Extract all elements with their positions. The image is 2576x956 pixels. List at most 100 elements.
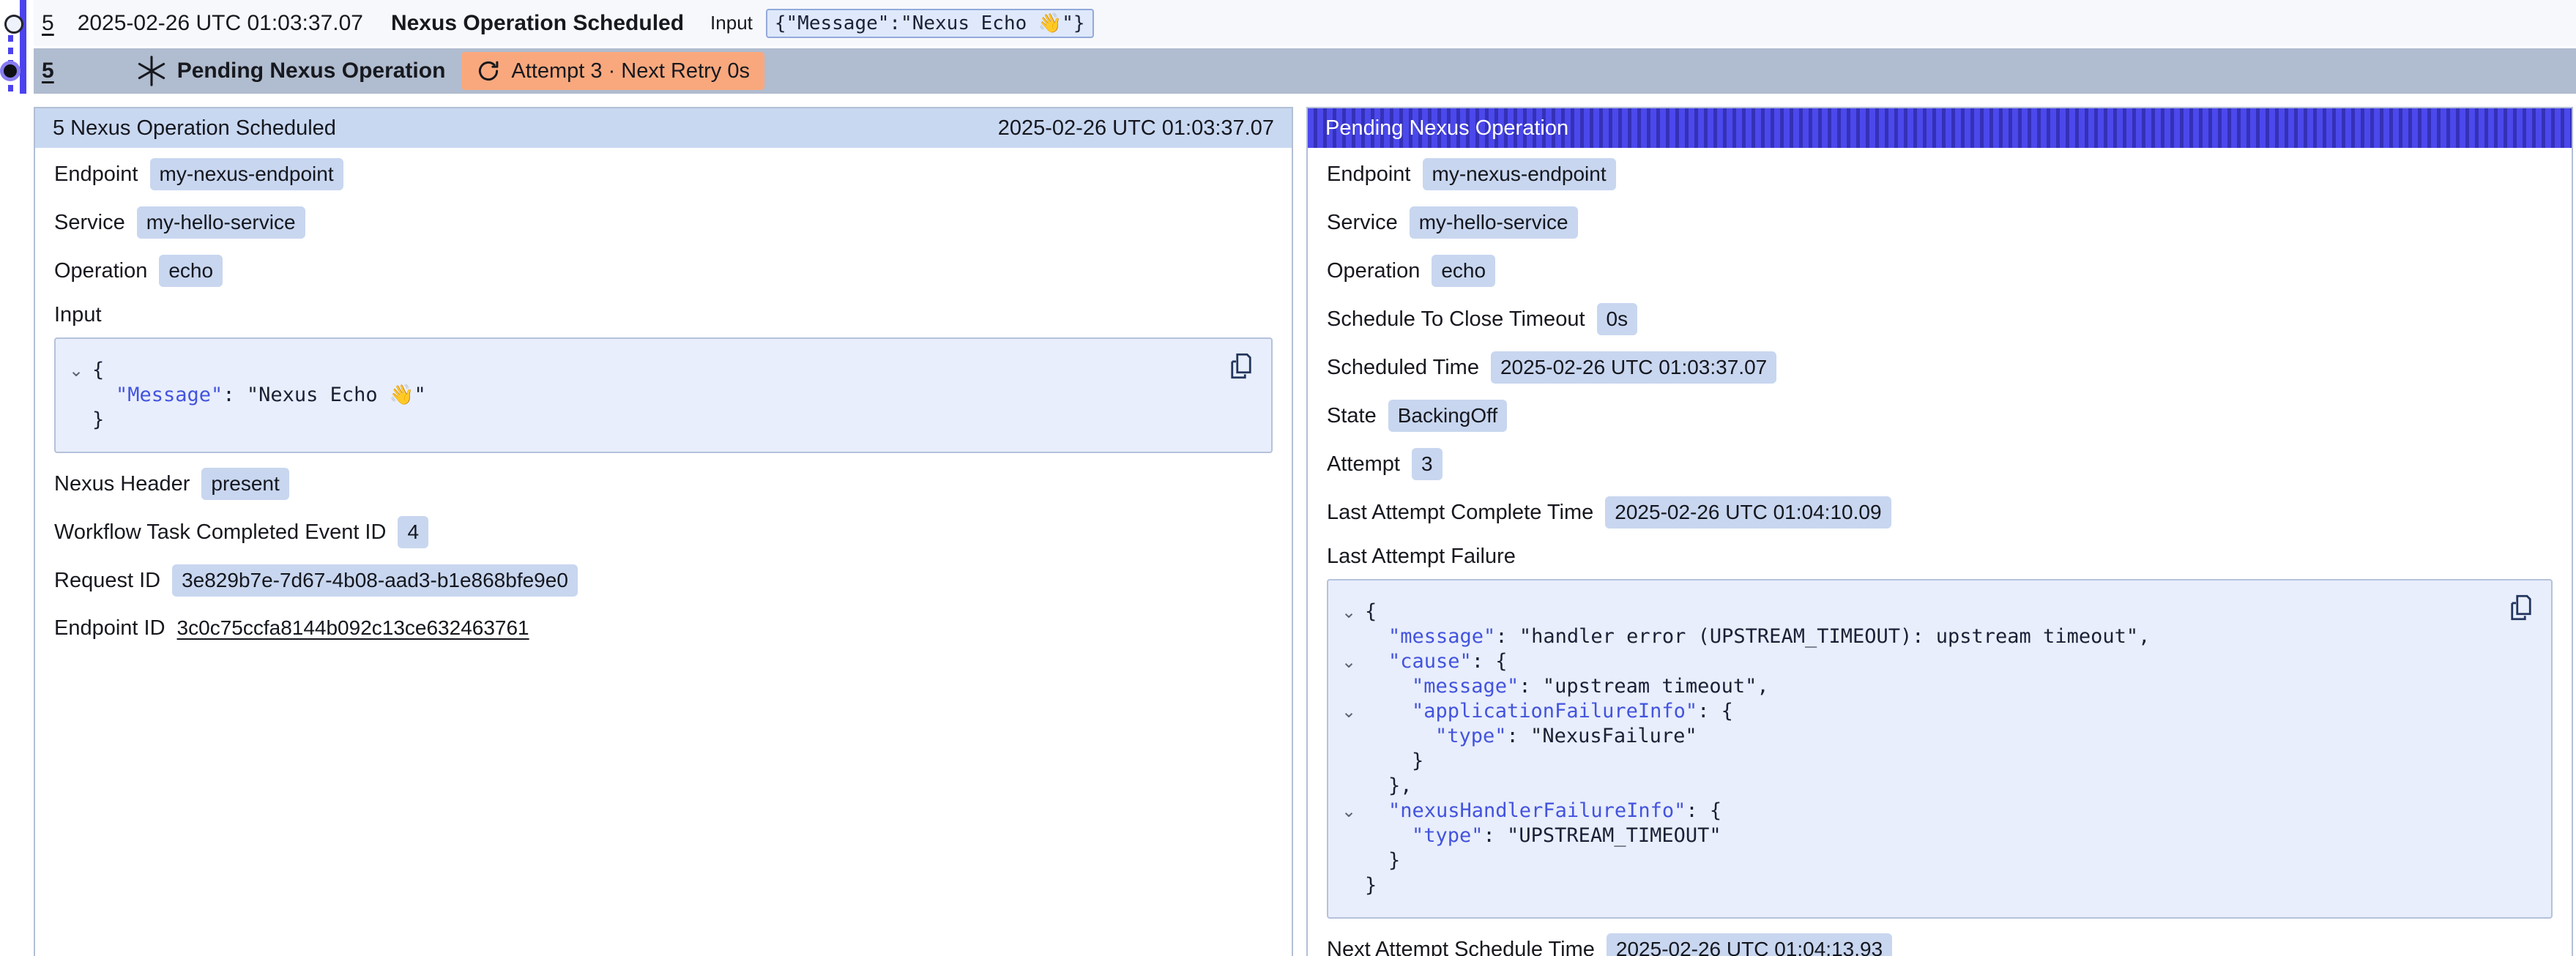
- collapse-chevron-icon[interactable]: ⌄: [1341, 701, 1356, 722]
- code-line-content: {: [92, 359, 104, 381]
- code-line-content: {: [1365, 600, 1377, 623]
- field-row: Last Attempt Complete Time 2025-02-26 UTC…: [1327, 496, 2553, 529]
- field-value-badge: BackingOff: [1388, 400, 1507, 432]
- field-row: Nexus Header present: [54, 468, 1273, 500]
- failure-json-block: ⌄{"message": "handler error (UPSTREAM_TI…: [1327, 579, 2553, 919]
- pending-fields-top: Endpoint my-nexus-endpoint Servicemy-hello…: [1327, 158, 2553, 529]
- code-line-content: },: [1365, 774, 1412, 797]
- code-line: ⌄"nexusHandlerFailureInfo": {: [1365, 799, 2500, 824]
- field-label: Endpoint: [54, 163, 138, 187]
- scheduled-panel-title: 5 Nexus Operation Scheduled: [53, 116, 336, 141]
- scheduled-fields-top: Endpoint my-nexus-endpoint Service my-hello…: [54, 158, 1273, 287]
- pending-panel-header: Pending Nexus Operation: [1308, 108, 2572, 148]
- failure-json-code: ⌄{"message": "handler error (UPSTREAM_TI…: [1365, 600, 2500, 898]
- scheduled-fields-bottom: Nexus Header present Workflow Task Complet…: [54, 468, 1273, 643]
- field-row: Next Attempt Schedule Time2025-02-26 UTC…: [1327, 933, 2553, 956]
- field-label: Operation: [1327, 259, 1420, 283]
- code-line-content: }: [92, 408, 104, 431]
- code-line: }: [1365, 848, 2500, 873]
- field-label: Endpoint: [1327, 163, 1411, 187]
- field-label: Schedule To Close Timeout: [1327, 307, 1585, 332]
- code-line: "type": "UPSTREAM_TIMEOUT": [1365, 824, 2500, 848]
- field-label: Workflow Task Completed Event ID: [54, 520, 386, 545]
- collapse-chevron-icon[interactable]: ⌄: [69, 360, 83, 381]
- code-line: "Message": "Nexus Echo 👋": [92, 383, 1220, 408]
- scheduled-panel-header: 5 Nexus Operation Scheduled 2025-02-26 U…: [35, 108, 1292, 148]
- field-row: Workflow Task Completed Event ID 4: [54, 516, 1273, 548]
- event-history-screen: 5 2025-02-26 UTC 01:03:37.07 Nexus Opera…: [0, 0, 2576, 956]
- field-label: Scheduled Time: [1327, 356, 1479, 380]
- field-row: Endpoint my-nexus-endpoint: [1327, 158, 2553, 190]
- timeline-pending-marker-icon: [4, 64, 17, 78]
- field-label: State: [1327, 404, 1377, 428]
- code-line-content: "applicationFailureInfo": {: [1365, 700, 1733, 722]
- field-value-badge: 3: [1412, 448, 1443, 480]
- copy-icon[interactable]: [2506, 592, 2536, 623]
- scheduled-event-panel: 5 Nexus Operation Scheduled 2025-02-26 U…: [34, 107, 1293, 956]
- event-title: Nexus Operation Scheduled: [391, 11, 684, 36]
- collapse-chevron-icon[interactable]: ⌄: [1341, 801, 1356, 821]
- retry-icon: [476, 59, 501, 83]
- field-row: Endpoint ID 3c0c75ccfa8144b092c13ce632463…: [54, 613, 1273, 643]
- collapse-chevron-icon[interactable]: ⌄: [1341, 602, 1356, 622]
- field-value-badge: present: [201, 468, 289, 500]
- field-label: Last Attempt Complete Time: [1327, 501, 1593, 525]
- scheduled-panel-timestamp: 2025-02-26 UTC 01:03:37.07: [998, 116, 1274, 141]
- field-label: Service: [54, 211, 125, 235]
- code-line-content: "nexusHandlerFailureInfo": {: [1365, 799, 1721, 822]
- field-label: Attempt: [1327, 452, 1400, 477]
- pending-event-id-link[interactable]: 5: [42, 59, 54, 83]
- field-value-badge: 2025-02-26 UTC 01:04:10.09: [1605, 496, 1891, 529]
- field-row: Request ID3e829b7e-7d67-4b08-aad3-b1e868…: [54, 564, 1273, 597]
- pending-title: Pending Nexus Operation: [177, 59, 446, 83]
- code-line: }: [1365, 749, 2500, 774]
- field-label: Endpoint ID: [54, 616, 165, 641]
- event-summary-row[interactable]: 5 2025-02-26 UTC 01:03:37.07 Nexus Opera…: [34, 0, 2576, 46]
- code-line-content: "cause": {: [1365, 650, 1508, 673]
- code-line-content: "message": "handler error (UPSTREAM_TIME…: [1365, 625, 2150, 648]
- field-value-badge: 4: [398, 516, 428, 548]
- copy-icon[interactable]: [1226, 351, 1257, 381]
- field-value-badge: 2025-02-26 UTC 01:03:37.07: [1491, 351, 1776, 384]
- field-value-badge: my-nexus-endpoint: [150, 158, 343, 190]
- code-line-content: "type": "UPSTREAM_TIMEOUT": [1365, 824, 1721, 847]
- failure-block-label: Last Attempt Failure: [1327, 545, 2553, 569]
- code-line-content: "message": "upstream timeout",: [1365, 675, 1769, 698]
- code-line: ⌄"cause": {: [1365, 649, 2500, 674]
- field-row: Service my-hello-service: [54, 206, 1273, 239]
- input-value-badge: {"Message":"Nexus Echo 👋"}: [766, 9, 1094, 38]
- code-line: }: [92, 408, 1220, 433]
- field-row: Servicemy-hello-service: [1327, 206, 2553, 239]
- field-value-badge: 0s: [1597, 303, 1638, 335]
- code-line: ⌄"applicationFailureInfo": {: [1365, 699, 2500, 724]
- timeline-event-marker-icon: [4, 15, 23, 34]
- event-id-link[interactable]: 5: [42, 11, 54, 36]
- field-row: Operation echo: [1327, 255, 2553, 287]
- code-line-content: }: [1365, 874, 1377, 897]
- code-line: ⌄{: [1365, 600, 2500, 624]
- detail-panels: 5 Nexus Operation Scheduled 2025-02-26 U…: [34, 107, 2573, 956]
- code-line-content: }: [1365, 849, 1400, 872]
- field-row: Scheduled Time 2025-02-26 UTC 01:03:37.07: [1327, 351, 2553, 384]
- pending-fields-bottom: Next Attempt Schedule Time2025-02-26 UTC…: [1327, 933, 2553, 956]
- pending-operation-panel: Pending Nexus Operation Endpoint my-nexus…: [1306, 107, 2573, 956]
- field-value-badge: my-nexus-endpoint: [1423, 158, 1616, 190]
- field-label: Operation: [54, 259, 147, 283]
- field-value-badge: my-hello-service: [137, 206, 305, 239]
- pending-asterisk-icon: [135, 54, 168, 88]
- field-value-badge: 2025-02-26 UTC 01:04:13.93: [1607, 933, 1892, 956]
- field-value-link[interactable]: 3c0c75ccfa8144b092c13ce632463761: [177, 616, 529, 640]
- code-line: }: [1365, 873, 2500, 898]
- field-row: Endpoint my-nexus-endpoint: [54, 158, 1273, 190]
- event-timestamp: 2025-02-26 UTC 01:03:37.07: [78, 11, 363, 36]
- collapse-chevron-icon[interactable]: ⌄: [1341, 651, 1356, 672]
- field-row: State BackingOff: [1327, 400, 2553, 432]
- code-line: },: [1365, 774, 2500, 799]
- pending-operation-row[interactable]: 5 Pending Nexus Operation Attempt 3 · Ne…: [34, 48, 2576, 94]
- field-value-badge: echo: [1432, 255, 1495, 287]
- input-json-block: ⌄ { "Message": "Nexus Echo 👋"}: [54, 337, 1273, 453]
- field-label: Nexus Header: [54, 472, 190, 496]
- code-line-content: "Message": "Nexus Echo 👋": [92, 384, 426, 406]
- retry-status-badge: Attempt 3 · Next Retry 0s: [461, 52, 764, 90]
- retry-badge-label: Attempt 3 · Next Retry 0s: [511, 59, 750, 83]
